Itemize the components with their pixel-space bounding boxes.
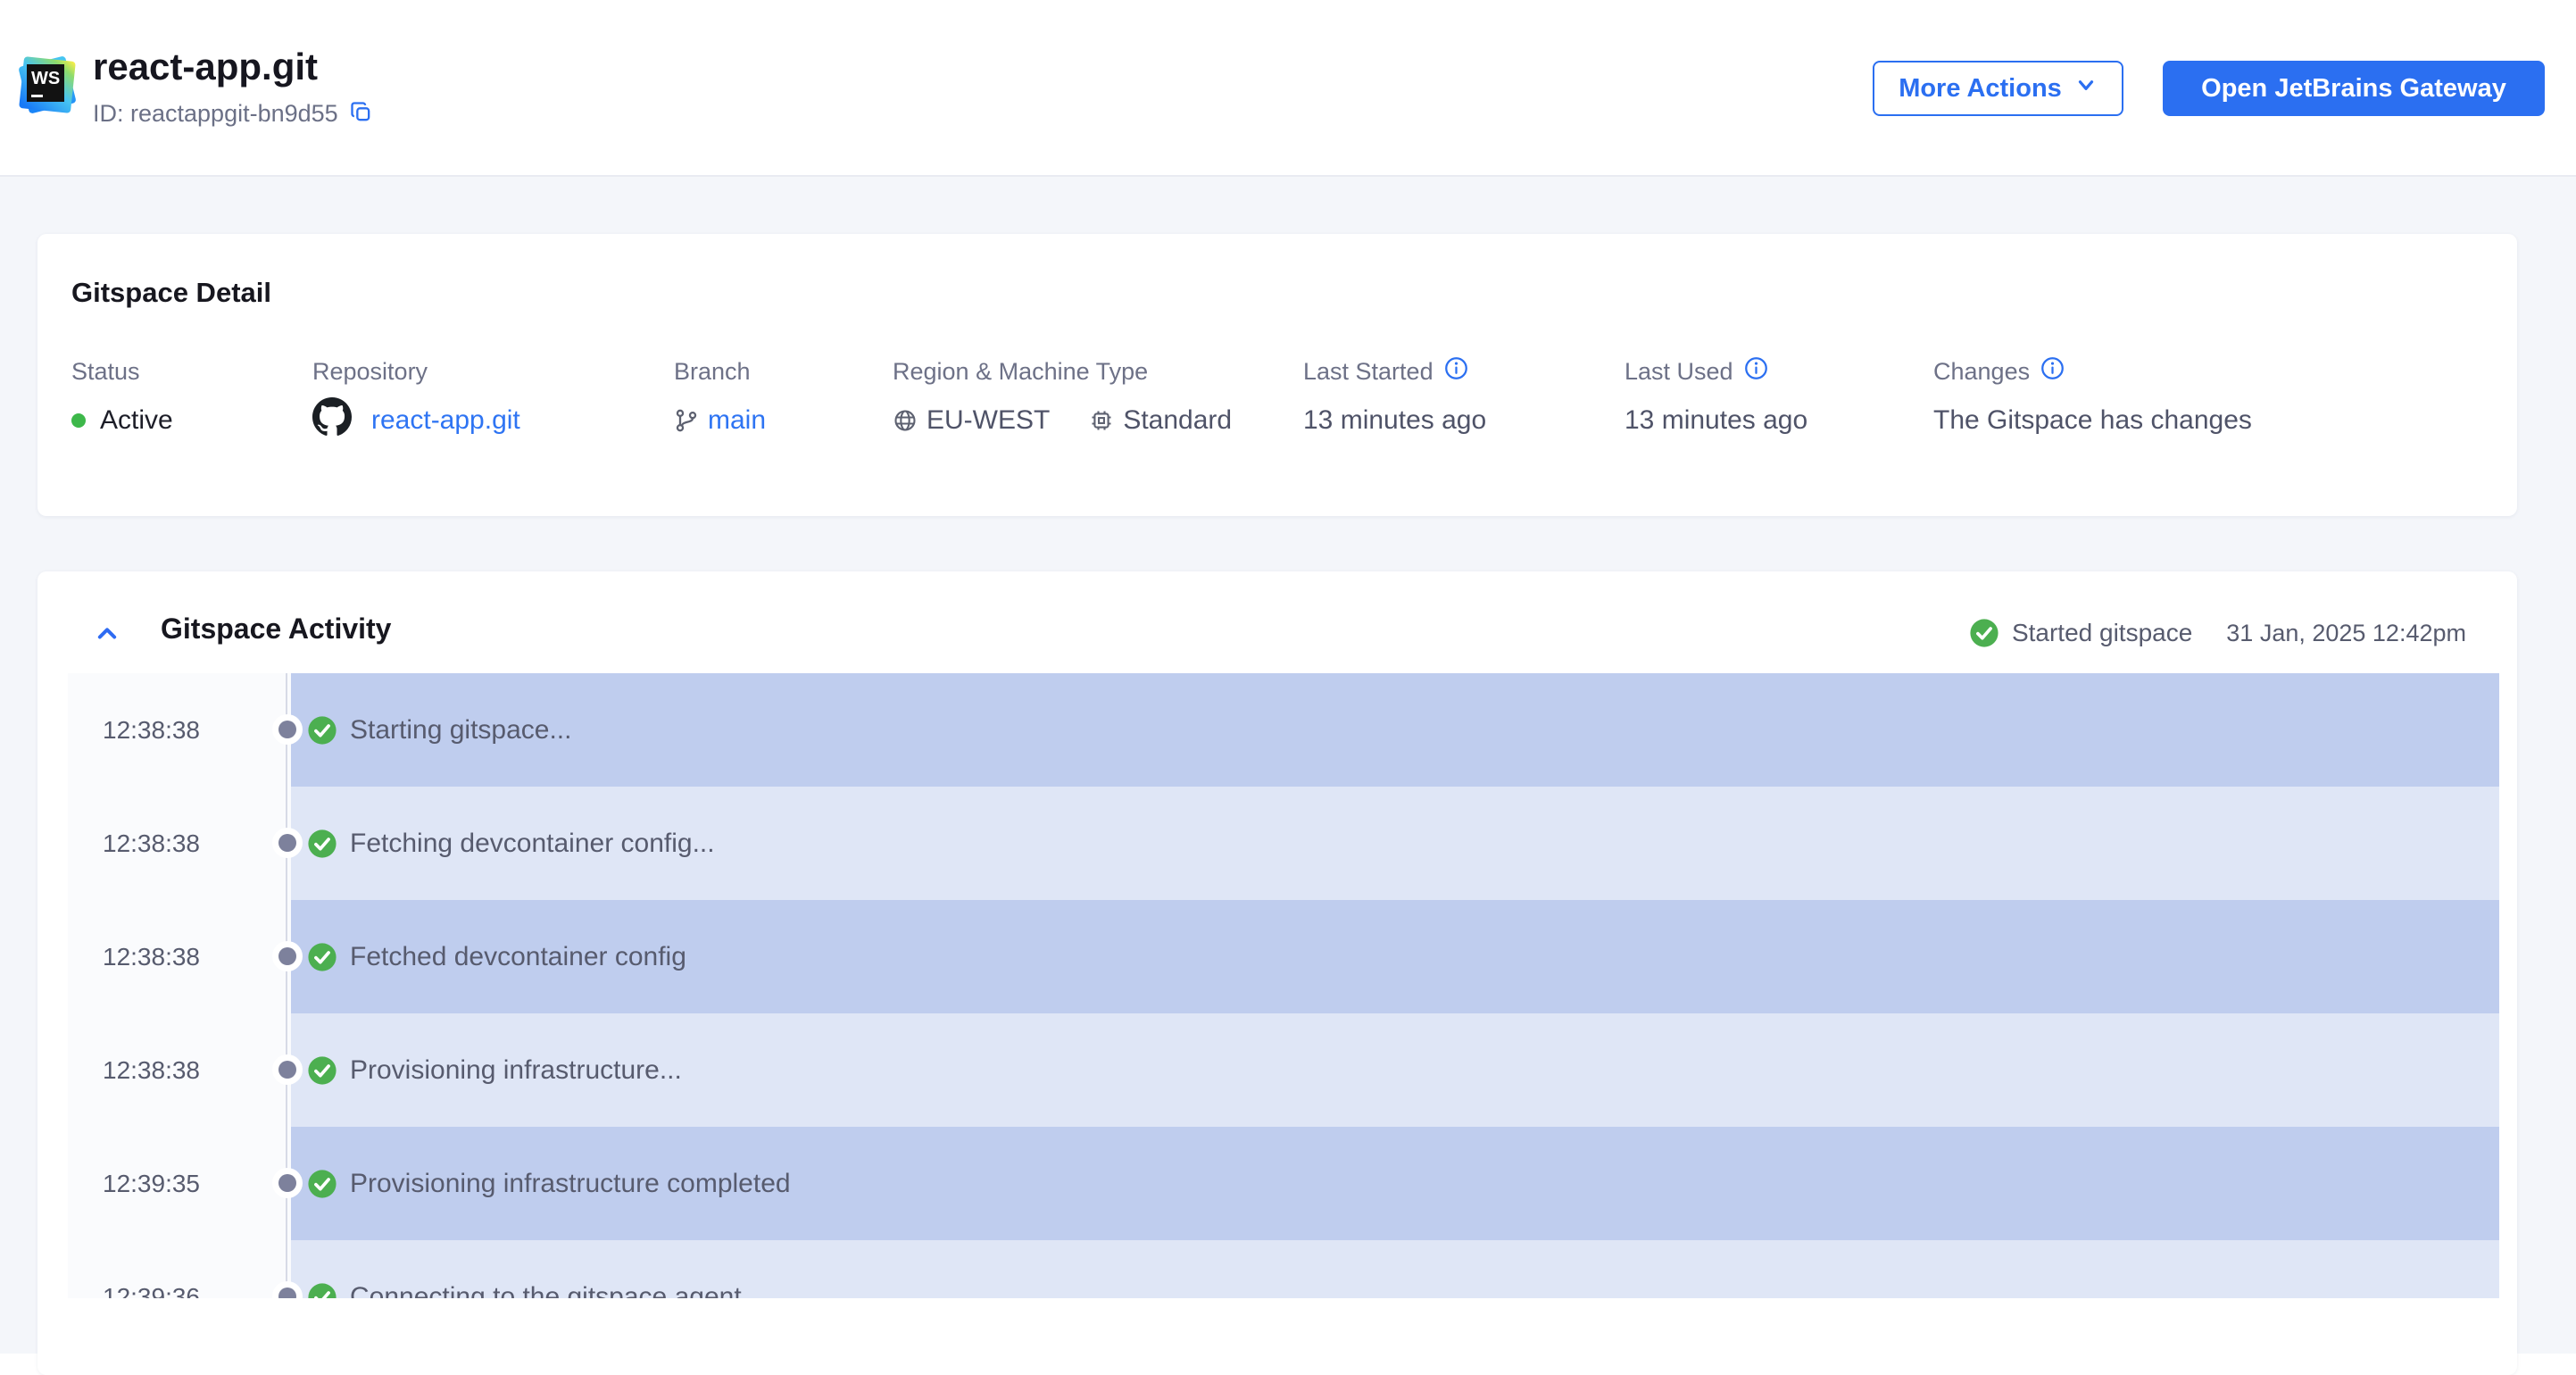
timeline-track [286,673,287,1298]
region-value: EU-WEST [927,405,1051,435]
chevron-down-icon [2074,73,2098,104]
copy-icon [349,100,374,128]
activity-card-title: Gitspace Activity [161,612,392,645]
activity-log-row: 12:38:38 Fetching devcontainer config... [68,787,2499,900]
last-used-value: 13 minutes ago [1625,405,1808,435]
page-title: react-app.git [93,46,319,88]
activity-log-row: 12:39:36 Connecting to the gitspace agen… [68,1240,2499,1298]
more-actions-button[interactable]: More Actions [1873,61,2123,116]
detail-card-title: Gitspace Detail [71,277,271,308]
webstorm-icon: WS [18,55,77,114]
log-row-message: Provisioning infrastructure completed [350,1168,791,1198]
success-check-icon [307,715,337,746]
field-branch: Branch main [674,357,766,441]
activity-log-row: 12:38:38 Provisioning infrastructure... [68,1013,2499,1127]
last-used-label: Last Used [1625,357,1733,385]
activity-log-row: 12:39:35 Provisioning infrastructure com… [68,1127,2499,1240]
log-row-message: Connecting to the gitspace agent... [350,1281,764,1299]
status-active-dot [71,413,86,428]
success-check-icon [307,1055,337,1086]
log-row-timestamp: 12:38:38 [68,673,291,787]
log-row-timestamp: 12:39:36 [68,1240,291,1298]
machine-chip-icon [1089,408,1114,433]
timeline-dot-icon [278,1061,296,1079]
status-value: Active [71,400,173,441]
success-check-icon [307,829,337,859]
timeline-dot-icon [278,1174,296,1192]
activity-log-row: 12:38:38 Starting gitspace... [68,673,2499,787]
success-check-icon [1969,618,1999,648]
git-branch-icon [674,408,699,433]
repository-link[interactable]: react-app.git [371,405,520,436]
repository-label: Repository [312,357,428,385]
activity-log-rows: 12:38:38 Starting gitspace... 12:38:38 F… [68,673,2499,1298]
activity-log[interactable]: 12:38:38 Starting gitspace... 12:38:38 F… [68,673,2499,1298]
timeline-dot-icon [278,947,296,965]
log-row-timestamp: 12:38:38 [68,787,291,900]
log-row-message-cell: Fetching devcontainer config... [291,787,2499,900]
info-icon[interactable] [2040,356,2065,387]
gitspace-id-row: ID: reactappgit-bn9d55 [93,100,374,128]
github-icon [312,397,352,444]
globe-icon [893,408,918,433]
page-header: WS react-app.git ID: reactappgit-bn9d55 … [0,0,2576,177]
gitspace-id: ID: reactappgit-bn9d55 [93,100,338,127]
changes-value: The Gitspace has changes [1933,405,2252,435]
log-row-timestamp: 12:39:35 [68,1127,291,1240]
log-row-message: Fetched devcontainer config [350,941,686,971]
activity-log-row: 12:38:38 Fetched devcontainer config [68,900,2499,1013]
region-machine-label: Region & Machine Type [893,357,1149,385]
gitspace-detail-card: Gitspace Detail Status Active Repository… [37,234,2517,516]
last-started-label: Last Started [1303,357,1433,385]
log-row-timestamp: 12:38:38 [68,1013,291,1127]
field-changes: Changes The Gitspace has changes [1933,357,2252,441]
success-check-icon [307,942,337,972]
copy-id-button[interactable] [349,100,374,128]
machine-type-value: Standard [1123,405,1233,435]
changes-label: Changes [1933,357,2031,385]
log-row-message-cell: Fetched devcontainer config [291,900,2499,1013]
info-icon[interactable] [1444,356,1468,387]
log-row-message-cell: Provisioning infrastructure completed [291,1127,2499,1240]
field-last-started: Last Started 13 minutes ago [1303,357,1486,441]
field-repository: Repository react-app.git [312,357,520,441]
success-check-icon [307,1169,337,1199]
log-row-message-cell: Starting gitspace... [291,673,2499,787]
collapse-activity-button[interactable] [93,621,121,648]
field-region-machine: Region & Machine Type EU-WEST Standard [893,357,1232,441]
log-row-message: Fetching devcontainer config... [350,828,715,858]
gitspace-activity-card: Gitspace Activity Started gitspace 31 Ja… [37,571,2517,1375]
open-jetbrains-gateway-button[interactable]: Open JetBrains Gateway [2163,61,2545,116]
chevron-up-icon [94,621,120,649]
branch-link[interactable]: main [708,405,766,436]
log-row-message-cell: Provisioning infrastructure... [291,1013,2499,1127]
log-row-message: Starting gitspace... [350,714,572,745]
field-status: Status Active [71,357,173,441]
success-check-icon [307,1282,337,1298]
timeline-dot-icon [278,834,296,852]
activity-status-badge: Started gitspace 31 Jan, 2025 12:42pm [1969,618,2466,648]
log-row-message-cell: Connecting to the gitspace agent... [291,1240,2499,1298]
log-row-message: Provisioning infrastructure... [350,1054,682,1085]
info-icon[interactable] [1744,356,1768,387]
timeline-dot-icon [278,721,296,738]
activity-status-text: Started gitspace [2011,619,2193,646]
status-label: Status [71,357,140,385]
log-row-timestamp: 12:38:38 [68,900,291,1013]
activity-timestamp: 31 Jan, 2025 12:42pm [2226,619,2466,646]
branch-label: Branch [674,357,751,385]
last-started-value: 13 minutes ago [1303,405,1487,435]
field-last-used: Last Used 13 minutes ago [1625,357,1807,441]
